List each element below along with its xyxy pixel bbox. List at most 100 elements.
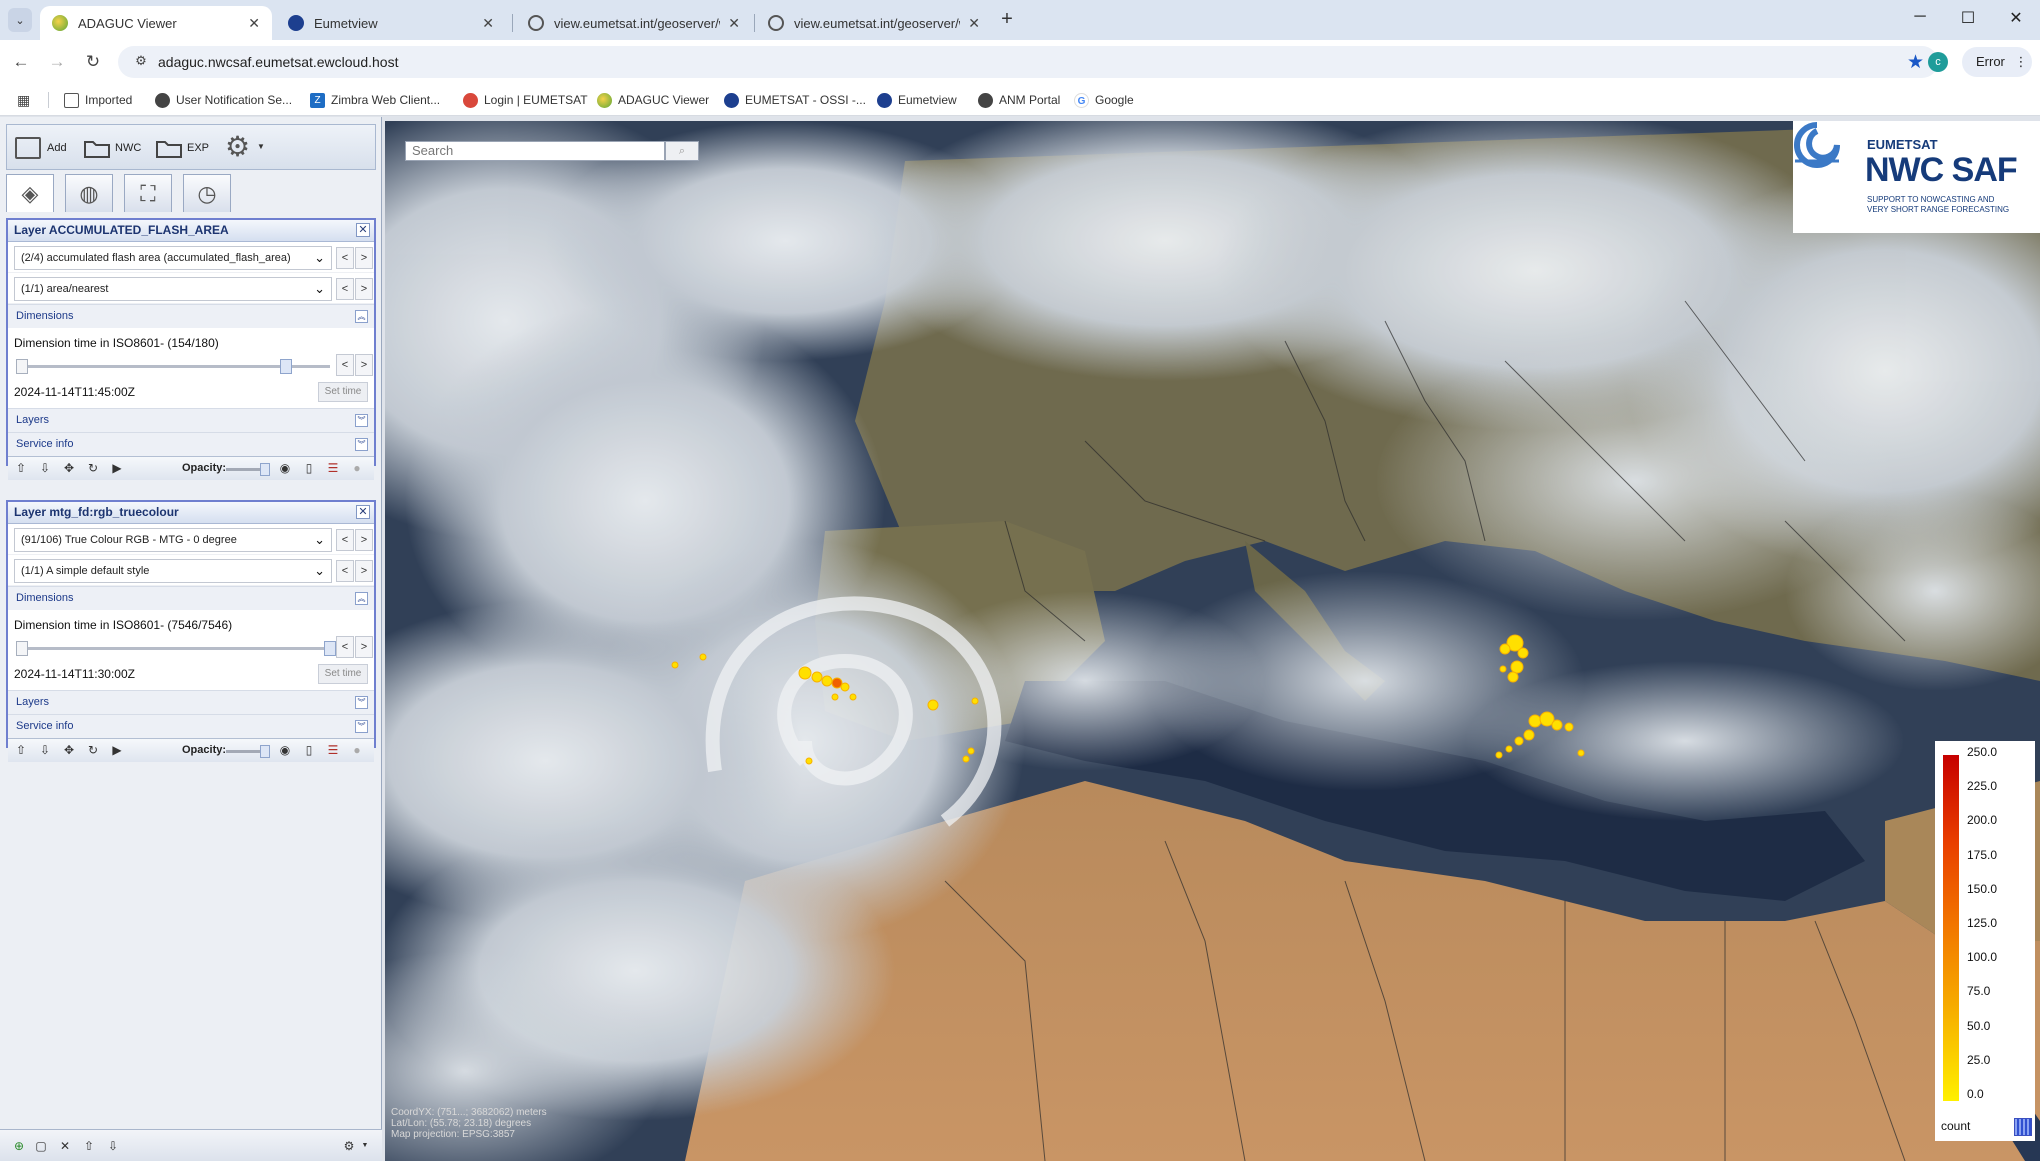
prev-time-button[interactable]: < bbox=[336, 636, 354, 658]
close-icon[interactable]: ✕ bbox=[968, 15, 980, 32]
tab-adaguc-viewer[interactable]: ADAGUC Viewer ✕ bbox=[40, 6, 272, 40]
reload-icon[interactable]: ↻ bbox=[82, 51, 104, 73]
profile-avatar[interactable]: c bbox=[1928, 52, 1948, 72]
settings-gear-icon[interactable]: ⚙ bbox=[342, 1139, 356, 1153]
window-icon[interactable]: ▢ bbox=[34, 1139, 48, 1153]
maximize-icon[interactable]: ☐ bbox=[1956, 8, 1980, 32]
info-circle-icon[interactable]: ● bbox=[350, 743, 364, 757]
layers-section-header[interactable]: Layers ︾ bbox=[8, 408, 374, 432]
set-time-button[interactable]: Set time bbox=[318, 664, 368, 684]
site-info-icon[interactable]: ⚙ bbox=[132, 53, 150, 71]
bookmark-anm-portal[interactable]: ANM Portal bbox=[978, 91, 1060, 109]
refresh-icon[interactable]: ↻ bbox=[86, 461, 100, 475]
next-style-button[interactable]: > bbox=[355, 560, 373, 582]
bookmark-adaguc[interactable]: ADAGUC Viewer bbox=[597, 91, 709, 109]
minimize-icon[interactable]: ─ bbox=[1908, 8, 1932, 32]
dropdown-caret-icon[interactable]: ▼ bbox=[358, 1139, 372, 1153]
prev-product-button[interactable]: < bbox=[336, 529, 354, 551]
tab-geoserver-2[interactable]: view.eumetsat.int/geoserver/wr ✕ bbox=[756, 6, 992, 40]
style-select[interactable]: (1/1) A simple default style ⌄ bbox=[14, 559, 332, 583]
product-select[interactable]: (91/106) True Colour RGB - MTG - 0 degre… bbox=[14, 528, 332, 552]
tab-globe[interactable]: ◍ bbox=[65, 174, 113, 212]
collapse-icon[interactable]: ︽ bbox=[355, 310, 368, 323]
apps-grid-icon[interactable]: ▦ bbox=[17, 92, 33, 108]
bookmark-star-icon[interactable]: ★ bbox=[1907, 51, 1924, 74]
tab-geoserver-1[interactable]: view.eumetsat.int/geoserver/wr ✕ bbox=[516, 6, 752, 40]
service-info-header[interactable]: Service info ︾ bbox=[8, 432, 374, 456]
exp-button[interactable]: EXP bbox=[155, 133, 209, 163]
time-slider-track[interactable] bbox=[20, 647, 330, 650]
colour-style-icon[interactable]: ☰ bbox=[326, 461, 340, 475]
map-search-input[interactable]: Search bbox=[405, 141, 665, 161]
close-icon[interactable]: ✕ bbox=[356, 223, 370, 237]
move-up-icon[interactable]: ⇧ bbox=[14, 461, 28, 475]
bookmark-eumetview[interactable]: Eumetview bbox=[877, 91, 957, 109]
bookmark-user-notification[interactable]: User Notification Se... bbox=[155, 91, 292, 109]
new-tab-button[interactable]: + bbox=[996, 9, 1018, 31]
bookmark-ossi[interactable]: EUMETSAT - OSSI -... bbox=[724, 91, 866, 109]
move-down-icon[interactable]: ⇩ bbox=[106, 1139, 120, 1153]
dropdown-caret-icon[interactable]: ▼ bbox=[257, 142, 265, 151]
search-icon[interactable]: ⌕ bbox=[665, 141, 699, 161]
colour-style-icon[interactable]: ☰ bbox=[326, 743, 340, 757]
close-icon[interactable]: ✕ bbox=[728, 15, 740, 32]
prev-style-button[interactable]: < bbox=[336, 560, 354, 582]
move-up-icon[interactable]: ⇧ bbox=[82, 1139, 96, 1153]
time-slider-handle[interactable] bbox=[279, 359, 292, 374]
address-bar[interactable]: ⚙ adaguc.nwcsaf.eumetsat.ewcloud.host ★ bbox=[118, 46, 1938, 78]
bookmark-imported[interactable]: Imported bbox=[64, 91, 132, 109]
delete-icon[interactable]: ✕ bbox=[58, 1139, 72, 1153]
expand-icon[interactable]: ︾ bbox=[355, 414, 368, 427]
style-select[interactable]: (1/1) area/nearest ⌄ bbox=[14, 277, 332, 301]
move-up-icon[interactable]: ⇧ bbox=[14, 743, 28, 757]
error-menu-button[interactable]: Error ⋮ bbox=[1962, 47, 2032, 77]
expand-icon[interactable]: ︾ bbox=[355, 696, 368, 709]
service-info-header[interactable]: Service info ︾ bbox=[8, 714, 374, 738]
dimensions-header[interactable]: Dimensions ︽ bbox=[8, 586, 374, 610]
back-arrow-icon[interactable]: ← bbox=[10, 51, 32, 73]
add-layer-button[interactable]: Add bbox=[15, 133, 67, 163]
close-icon[interactable]: ✕ bbox=[356, 505, 370, 519]
grid-toggle-icon[interactable] bbox=[2014, 1118, 2032, 1136]
time-slider-handle[interactable] bbox=[324, 641, 336, 656]
eye-icon[interactable]: ◉ bbox=[278, 461, 292, 475]
tab-search-button[interactable]: ⌄ bbox=[8, 8, 32, 32]
prev-time-button[interactable]: < bbox=[336, 354, 354, 376]
next-product-button[interactable]: > bbox=[355, 529, 373, 551]
tab-eumetview[interactable]: Eumetview ✕ bbox=[276, 6, 506, 40]
bookmark-zimbra[interactable]: Z Zimbra Web Client... bbox=[310, 91, 440, 109]
bookmark-login-eumetsat[interactable]: Login | EUMETSAT bbox=[463, 91, 588, 109]
bookmark-google[interactable]: G Google bbox=[1074, 91, 1134, 109]
pin-icon[interactable]: ✥ bbox=[62, 461, 76, 475]
play-icon[interactable]: ▶ bbox=[110, 461, 124, 475]
window-close-icon[interactable]: ✕ bbox=[2004, 8, 2028, 32]
add-icon[interactable]: ⊕ bbox=[12, 1139, 26, 1153]
url-text[interactable]: adaguc.nwcsaf.eumetsat.ewcloud.host bbox=[158, 54, 398, 70]
expand-icon[interactable]: ︾ bbox=[355, 720, 368, 733]
refresh-icon[interactable]: ↻ bbox=[86, 743, 100, 757]
close-icon[interactable]: ✕ bbox=[248, 15, 260, 32]
move-down-icon[interactable]: ⇩ bbox=[38, 461, 52, 475]
opacity-slider-handle[interactable] bbox=[260, 463, 270, 476]
legend-bar-icon[interactable]: ▯ bbox=[302, 461, 316, 475]
opacity-slider-handle[interactable] bbox=[260, 745, 270, 758]
next-product-button[interactable]: > bbox=[355, 247, 373, 269]
layers-section-header[interactable]: Layers ︾ bbox=[8, 690, 374, 714]
prev-product-button[interactable]: < bbox=[336, 247, 354, 269]
collapse-icon[interactable]: ︽ bbox=[355, 592, 368, 605]
tab-layers[interactable]: ◈ bbox=[6, 174, 54, 212]
set-time-button[interactable]: Set time bbox=[318, 382, 368, 402]
next-style-button[interactable]: > bbox=[355, 278, 373, 300]
eye-icon[interactable]: ◉ bbox=[278, 743, 292, 757]
prev-style-button[interactable]: < bbox=[336, 278, 354, 300]
nwc-button[interactable]: NWC bbox=[83, 133, 141, 163]
next-time-button[interactable]: > bbox=[355, 354, 373, 376]
tab-time[interactable]: ◷ bbox=[183, 174, 231, 212]
tab-map[interactable]: ⛶ bbox=[124, 174, 172, 212]
legend-bar-icon[interactable]: ▯ bbox=[302, 743, 316, 757]
product-select[interactable]: (2/4) accumulated flash area (accumulate… bbox=[14, 246, 332, 270]
close-icon[interactable]: ✕ bbox=[482, 15, 494, 32]
settings-gear-icon[interactable]: ⚙ bbox=[225, 133, 255, 163]
map-viewport[interactable]: Search ⌕ EUMETSAT NWC SAF SUPPORT TO NOW… bbox=[385, 121, 2040, 1161]
dimensions-header[interactable]: Dimensions ︽ bbox=[8, 304, 374, 328]
